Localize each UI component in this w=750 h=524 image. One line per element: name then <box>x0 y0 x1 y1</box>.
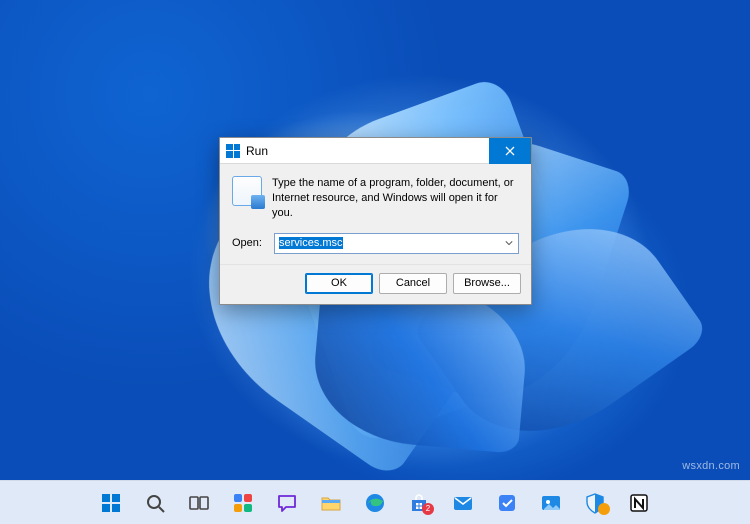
dialog-description: Type the name of a program, folder, docu… <box>272 176 519 221</box>
taskbar-edge-button[interactable] <box>356 484 394 522</box>
notion-icon <box>628 492 650 514</box>
taskbar-widgets-button[interactable] <box>224 484 262 522</box>
widgets-icon <box>232 492 254 514</box>
taskbar-chat-button[interactable] <box>268 484 306 522</box>
watermark-text: wsxdn.com <box>682 460 740 472</box>
mail-icon <box>452 492 474 514</box>
taskbar-todo-button[interactable] <box>488 484 526 522</box>
edge-icon <box>364 492 386 514</box>
browse-button[interactable]: Browse... <box>453 273 521 294</box>
cancel-button[interactable]: Cancel <box>379 273 447 294</box>
warning-badge <box>598 503 610 515</box>
open-combobox[interactable] <box>274 233 519 254</box>
taskbar-store-button[interactable]: 2 <box>400 484 438 522</box>
start-icon <box>100 492 122 514</box>
run-icon <box>232 176 262 206</box>
dialog-content: Type the name of a program, folder, docu… <box>220 164 531 229</box>
open-input[interactable] <box>274 233 519 254</box>
chat-icon <box>276 492 298 514</box>
titlebar[interactable]: Run <box>220 138 531 164</box>
run-app-icon <box>226 144 240 158</box>
photos-icon <box>540 492 562 514</box>
chevron-down-icon[interactable] <box>502 236 516 251</box>
taskbar-center: 2 <box>92 484 658 522</box>
taskbar-mail-button[interactable] <box>444 484 482 522</box>
task-view-icon <box>188 492 210 514</box>
file-explorer-icon <box>320 492 342 514</box>
taskbar-start-button[interactable] <box>92 484 130 522</box>
open-label: Open: <box>232 237 266 249</box>
todo-icon <box>496 492 518 514</box>
badge: 2 <box>422 503 434 515</box>
open-row: Open: <box>220 229 531 264</box>
ok-button[interactable]: OK <box>305 273 373 294</box>
taskbar: 2 <box>0 480 750 524</box>
search-icon <box>144 492 166 514</box>
taskbar-search-button[interactable] <box>136 484 174 522</box>
button-row: OK Cancel Browse... <box>220 264 531 304</box>
close-button[interactable] <box>489 138 531 164</box>
taskbar-task-view-button[interactable] <box>180 484 218 522</box>
taskbar-photos-button[interactable] <box>532 484 570 522</box>
taskbar-notion-button[interactable] <box>620 484 658 522</box>
taskbar-file-explorer-button[interactable] <box>312 484 350 522</box>
taskbar-security-button[interactable] <box>576 484 614 522</box>
run-dialog: Run Type the name of a program, folder, … <box>219 137 532 305</box>
window-title: Run <box>246 144 268 158</box>
